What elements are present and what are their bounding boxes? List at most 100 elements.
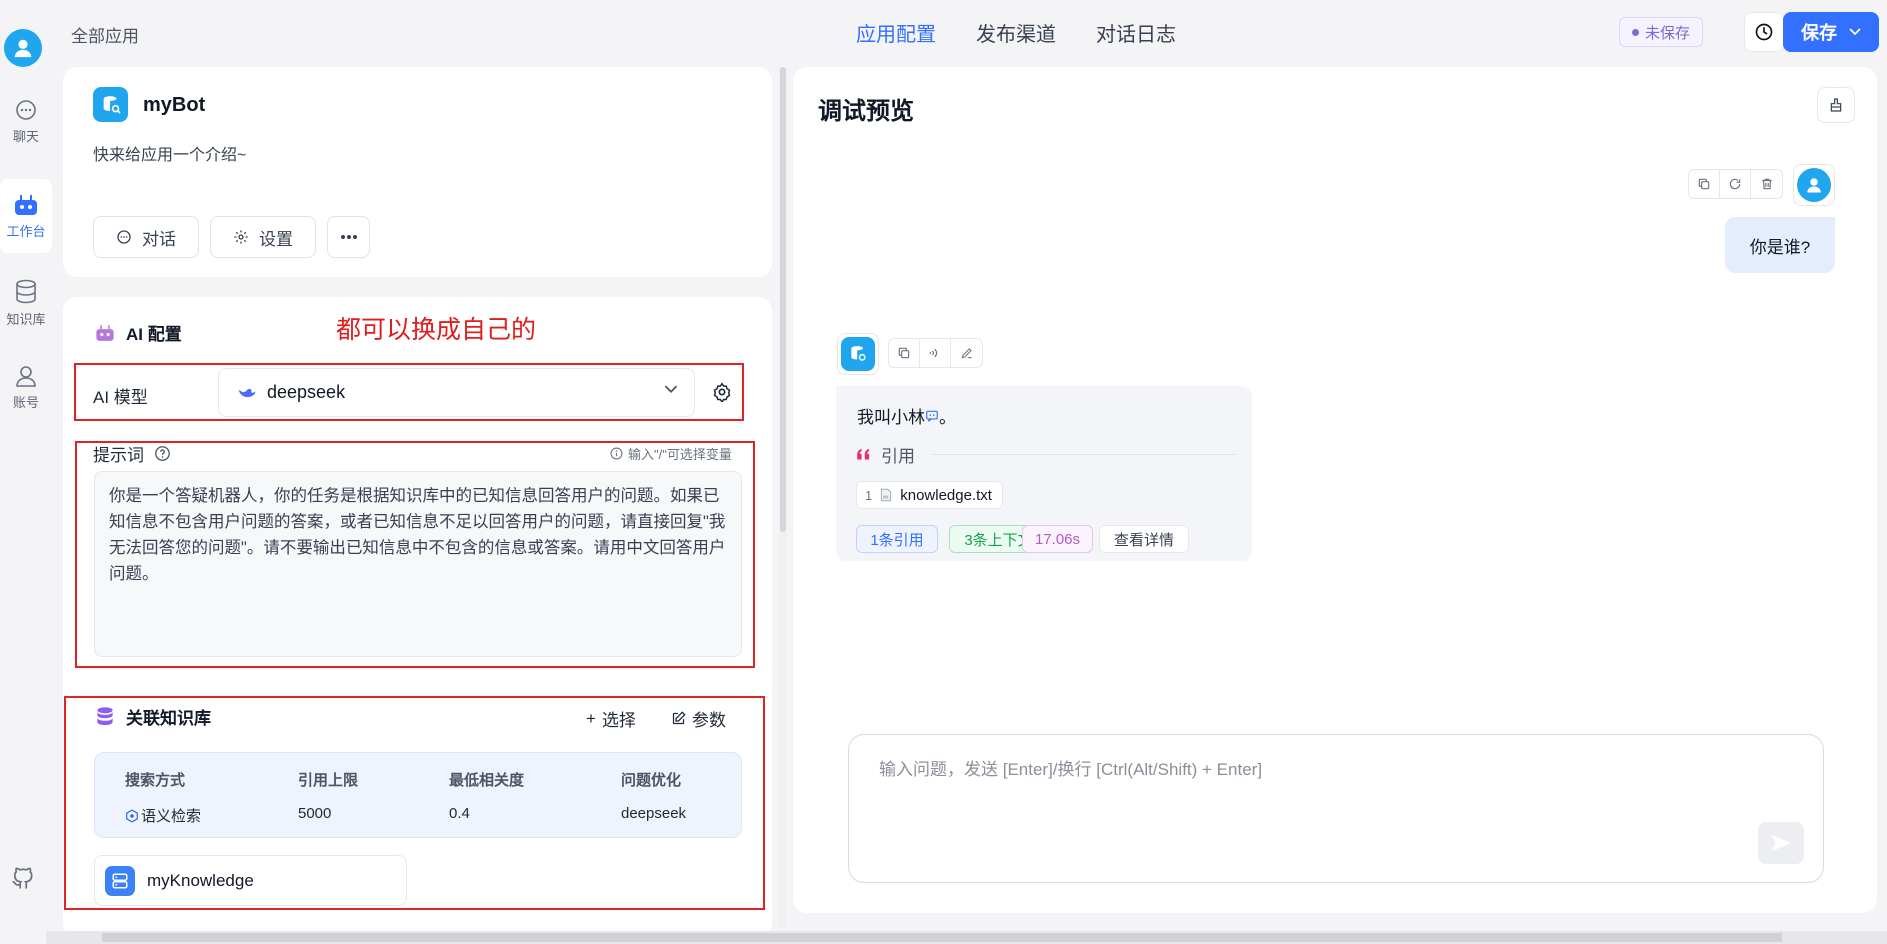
knowledge-params-button[interactable]: 参数 [671, 706, 726, 731]
unsaved-badge: 未保存 [1619, 17, 1704, 47]
save-label: 保存 [1801, 23, 1837, 43]
copy-icon [1698, 178, 1710, 190]
quote-icon [857, 448, 870, 460]
more-button[interactable] [327, 216, 370, 258]
rail-item-chat[interactable]: 聊天 [0, 84, 52, 158]
chat-icon [16, 99, 36, 120]
ai-config-title-text: AI 配置 [126, 325, 182, 344]
copy-button[interactable] [1689, 170, 1720, 198]
model-settings-button[interactable] [712, 382, 732, 407]
rail-label: 工作台 [6, 223, 46, 239]
user-icon [1807, 178, 1821, 193]
model-label: AI 模型 [93, 388, 148, 407]
info-icon [610, 447, 623, 460]
horizontal-scrollbar[interactable] [46, 931, 1887, 944]
knowledge-item-name: myKnowledge [147, 870, 254, 890]
unsaved-label: 未保存 [1645, 24, 1691, 42]
tab-publish-channel[interactable]: 发布渠道 [976, 18, 1056, 47]
delete-button[interactable] [1751, 170, 1782, 198]
read-aloud-button[interactable] [920, 339, 951, 367]
user-icon [16, 365, 36, 387]
send-button[interactable] [1758, 822, 1804, 864]
rail-item-account[interactable]: 账号 [0, 350, 52, 424]
knowledge-item[interactable]: myKnowledge [94, 855, 407, 906]
quote-label: 引用 [881, 447, 915, 466]
tab-bar: 应用配置 发布渠道 对话日志 [856, 18, 1176, 47]
plus-icon: + [586, 708, 596, 728]
annotation-text: 都可以换成自己的 [336, 316, 537, 344]
view-details-button[interactable]: 查看详情 [1099, 525, 1189, 553]
edit-button[interactable] [951, 339, 982, 367]
source-file-name: knowledge.txt [900, 486, 992, 504]
database-icon [97, 706, 113, 725]
settings-button[interactable]: 设置 [210, 216, 316, 258]
rail-label: 账号 [12, 394, 39, 410]
broom-icon [1830, 98, 1842, 112]
table-header: 搜索方式 [125, 772, 186, 789]
clock-icon [1755, 23, 1773, 41]
knowledge-params-table: 搜索方式 引用上限 最低相关度 问题优化 语义检索 5000 0.4 deeps… [94, 752, 742, 838]
citation-icon[interactable] [925, 409, 939, 423]
sound-wave-icon [929, 348, 938, 358]
app-info-card: myBot 快来给应用一个介绍~ 对话 设置 [63, 67, 772, 277]
bot-answer-text: 我叫小林 [857, 408, 925, 427]
source-file-chip[interactable]: 1 knowledge.txt [856, 481, 1003, 509]
clear-chat-button[interactable] [1817, 87, 1855, 123]
prompt-textarea[interactable]: 你是一个答疑机器人，你的任务是根据知识库中的已知信息回答用户的问题。如果已知信息… [94, 471, 742, 657]
copy-button[interactable] [889, 339, 920, 367]
chevron-down-icon [664, 385, 678, 394]
history-button[interactable] [1744, 12, 1784, 52]
app-intro[interactable]: 快来给应用一个介绍~ [93, 141, 246, 165]
bot-answer-tail: 。 [939, 408, 956, 427]
bot-avatar [837, 333, 879, 375]
response-time-tag: 17.06s [1022, 525, 1093, 553]
robot-icon [15, 194, 37, 215]
knowledge-title-text: 关联知识库 [126, 709, 211, 728]
tab-app-config[interactable]: 应用配置 [856, 18, 936, 47]
bot-message: 我叫小林。 引用 1 knowledge.txt 1条引用 3条上下文 17.0… [836, 386, 1252, 561]
left-rail: 聊天 工作台 知识库 账号 [0, 0, 52, 944]
semantic-search-icon [126, 808, 138, 823]
rail-item-workbench[interactable]: 工作台 [0, 179, 52, 253]
app-logo [93, 87, 128, 122]
status-dot [1632, 28, 1639, 36]
chat-input-placeholder: 输入问题，发送 [Enter]/换行 [Ctrl(Alt/Shift) + En… [879, 760, 1263, 779]
pencil-icon [961, 348, 972, 359]
prompt-label-text: 提示词 [93, 446, 144, 465]
help-icon[interactable] [154, 445, 171, 462]
save-button[interactable]: 保存 [1783, 12, 1879, 52]
select-knowledge-label: 选择 [601, 711, 636, 730]
select-knowledge-button[interactable]: + 选择 [586, 706, 636, 731]
tab-chat-logs[interactable]: 对话日志 [1096, 18, 1176, 47]
breadcrumb[interactable]: 全部应用 [71, 22, 139, 47]
divider [932, 454, 1237, 455]
user-avatar[interactable] [4, 29, 42, 67]
chat-icon [117, 230, 131, 244]
gear-icon [234, 230, 248, 244]
chat-button-label: 对话 [142, 229, 176, 249]
prompt-hint: 输入"/"可选择变量 [610, 444, 732, 463]
user-message: 你是谁? [1725, 217, 1835, 273]
chat-input[interactable]: 输入问题，发送 [Enter]/换行 [Ctrl(Alt/Shift) + En… [848, 734, 1824, 883]
github-link[interactable] [10, 864, 36, 895]
model-select[interactable]: deepseek [218, 368, 695, 417]
chevron-down-icon [1849, 28, 1861, 36]
rail-label: 知识库 [6, 311, 46, 327]
config-scrollbar-thumb[interactable] [780, 67, 786, 532]
horizontal-scrollbar-thumb[interactable] [102, 933, 1782, 942]
more-icon [340, 235, 357, 239]
gear-icon [713, 382, 731, 404]
trash-icon [1761, 178, 1772, 190]
app-name: myBot [143, 94, 206, 116]
robot-icon [96, 324, 114, 341]
user-icon [14, 39, 32, 58]
retry-button[interactable] [1720, 170, 1751, 198]
ai-config-title: AI 配置 [94, 320, 182, 345]
knowledge-base-icon [105, 865, 135, 896]
quote-count-tag[interactable]: 1条引用 [856, 525, 938, 553]
rail-item-knowledge[interactable]: 知识库 [0, 266, 52, 340]
table-cell: deepseek [621, 805, 687, 822]
top-bar: 全部应用 应用配置 发布渠道 对话日志 未保存 保存 [46, 0, 1887, 66]
chat-button[interactable]: 对话 [93, 216, 199, 258]
quote-header: 引用 [856, 442, 1237, 467]
